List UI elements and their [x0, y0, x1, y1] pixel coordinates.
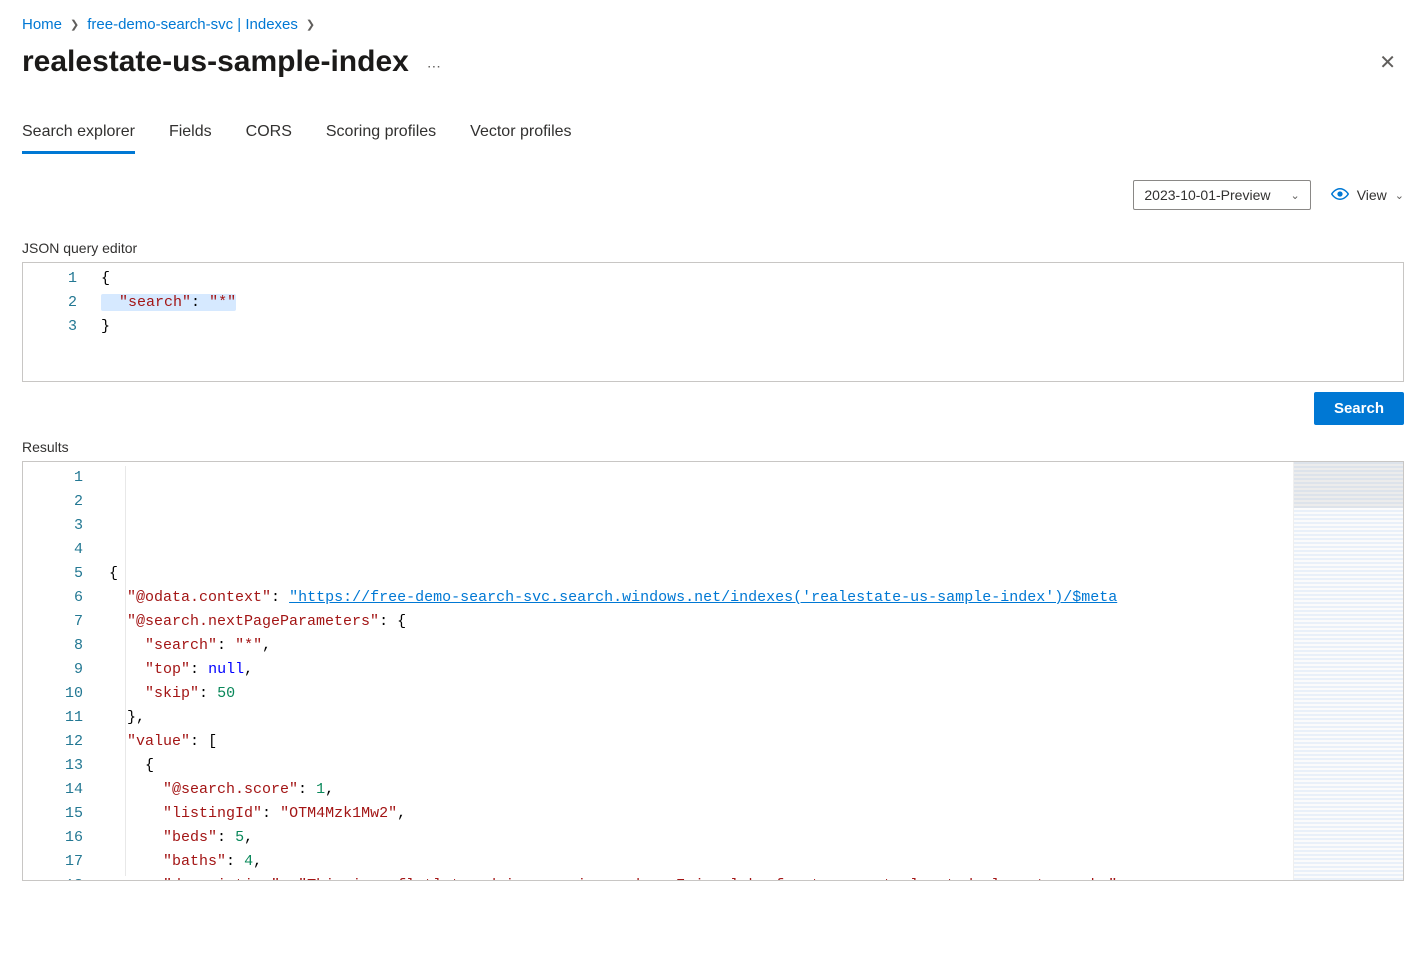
chevron-down-icon: ⌄: [1395, 189, 1404, 202]
view-label: View: [1357, 187, 1387, 203]
tab-vector-profiles[interactable]: Vector profiles: [470, 119, 571, 154]
page-title: realestate-us-sample-index: [22, 45, 409, 79]
tab-fields[interactable]: Fields: [169, 119, 212, 154]
tab-search-explorer[interactable]: Search explorer: [22, 119, 135, 154]
results-label: Results: [22, 439, 1404, 455]
view-button[interactable]: View ⌄: [1331, 185, 1404, 206]
tab-cors[interactable]: CORS: [246, 119, 292, 154]
close-icon[interactable]: ✕: [1371, 46, 1404, 79]
api-version-value: 2023-10-01-Preview: [1144, 187, 1270, 203]
eye-icon: [1331, 185, 1349, 206]
breadcrumb-service[interactable]: free-demo-search-svc | Indexes: [87, 16, 298, 33]
breadcrumb-home[interactable]: Home: [22, 16, 62, 33]
results-editor[interactable]: 123456789101112131415161718 { "@odata.co…: [22, 461, 1404, 881]
breadcrumb: Home ❯ free-demo-search-svc | Indexes ❯: [22, 10, 1404, 45]
chevron-right-icon: ❯: [70, 18, 79, 31]
chevron-right-icon: ❯: [306, 18, 315, 31]
minimap-viewport[interactable]: [1294, 462, 1403, 508]
api-version-select[interactable]: 2023-10-01-Preview ⌄: [1133, 180, 1310, 210]
chevron-down-icon: ⌄: [1290, 189, 1299, 202]
tabs: Search explorer Fields CORS Scoring prof…: [22, 119, 1404, 154]
more-button[interactable]: ⋯: [427, 58, 443, 75]
tab-scoring-profiles[interactable]: Scoring profiles: [326, 119, 436, 154]
minimap[interactable]: [1293, 462, 1403, 880]
query-editor-label: JSON query editor: [22, 240, 1404, 256]
search-button[interactable]: Search: [1314, 392, 1404, 425]
query-editor[interactable]: 123 { "search": "*"}: [22, 262, 1404, 382]
